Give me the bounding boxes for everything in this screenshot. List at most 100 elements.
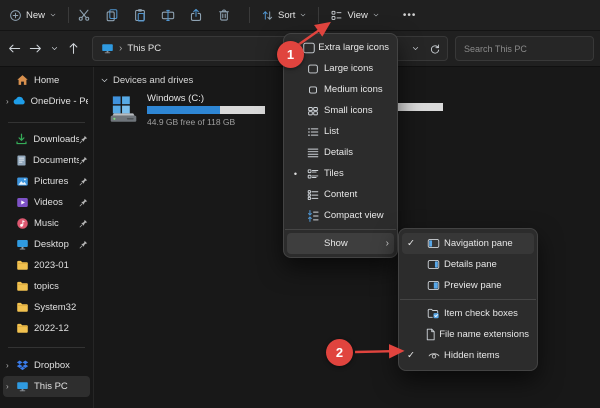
paste-button[interactable] bbox=[131, 4, 149, 26]
pin-icon bbox=[79, 135, 88, 144]
details-icon bbox=[302, 146, 324, 160]
view-button-label: View bbox=[347, 10, 367, 21]
submenu-item-navigation-pane[interactable]: ✓ Navigation pane bbox=[402, 233, 534, 254]
section-title: Devices and drives bbox=[113, 75, 193, 86]
sidebar-item-home[interactable]: Home bbox=[3, 70, 90, 91]
toolbar-separator bbox=[68, 7, 69, 23]
menu-separator bbox=[400, 299, 536, 300]
menu-item-compact-view[interactable]: Compact view bbox=[287, 205, 394, 226]
hidden-items-eye-icon bbox=[423, 349, 444, 362]
list-icon bbox=[302, 125, 324, 139]
sidebar-divider bbox=[8, 347, 85, 348]
sidebar-item-documents[interactable]: Documents bbox=[3, 150, 90, 171]
medium-icons-icon bbox=[302, 83, 324, 97]
pin-icon bbox=[79, 219, 88, 228]
sidebar-item-folder-system32[interactable]: System32 bbox=[3, 297, 90, 318]
checkmark-icon: ✓ bbox=[404, 350, 423, 361]
sidebar-item-music[interactable]: Music bbox=[3, 213, 90, 234]
expand-chevron-icon[interactable]: › bbox=[5, 382, 15, 391]
search-box[interactable] bbox=[455, 36, 594, 61]
sidebar-item-dropbox[interactable]: › Dropbox bbox=[3, 355, 90, 376]
submenu-item-details-pane[interactable]: Details pane bbox=[402, 254, 534, 275]
view-button[interactable]: View bbox=[325, 5, 384, 26]
menu-item-tiles[interactable]: • Tiles bbox=[287, 163, 394, 184]
up-button[interactable] bbox=[65, 39, 81, 59]
sidebar-item-desktop[interactable]: Desktop bbox=[3, 234, 90, 255]
music-icon bbox=[15, 217, 29, 230]
breadcrumb-separator: › bbox=[119, 43, 122, 54]
menu-item-list[interactable]: List bbox=[287, 121, 394, 142]
show-submenu: ✓ Navigation pane Details pane Preview p… bbox=[398, 228, 538, 371]
delete-button[interactable] bbox=[215, 4, 233, 26]
sidebar-divider bbox=[8, 122, 85, 123]
folder-icon bbox=[15, 259, 29, 272]
search-input[interactable] bbox=[464, 44, 585, 54]
sidebar-item-folder-topics[interactable]: topics bbox=[3, 276, 90, 297]
refresh-icon[interactable] bbox=[429, 43, 441, 55]
menu-item-medium-icons[interactable]: Medium icons bbox=[287, 79, 394, 100]
chevron-down-icon bbox=[372, 11, 380, 19]
navigation-pane-icon bbox=[423, 237, 444, 250]
sidebar-item-this-pc[interactable]: › This PC bbox=[3, 376, 90, 397]
forward-button[interactable] bbox=[27, 39, 43, 59]
submenu-item-file-name-extensions[interactable]: File name extensions bbox=[402, 324, 534, 345]
pin-icon bbox=[79, 198, 88, 207]
command-bar: New Sort View ••• bbox=[0, 0, 600, 31]
folder-icon bbox=[15, 301, 29, 314]
sort-button[interactable]: Sort bbox=[256, 5, 312, 26]
sidebar-item-folder-2023-01[interactable]: 2023-01 bbox=[3, 255, 90, 276]
new-button[interactable]: New bbox=[4, 5, 62, 26]
copy-button[interactable] bbox=[103, 4, 121, 26]
menu-item-show[interactable]: Show › bbox=[287, 233, 394, 254]
sidebar: Home › OneDrive - Pers… Downloads Docume… bbox=[0, 67, 94, 408]
this-pc-icon bbox=[101, 42, 114, 55]
folder-icon bbox=[15, 280, 29, 293]
share-button[interactable] bbox=[187, 4, 205, 26]
chevron-down-icon bbox=[49, 11, 57, 19]
devices-and-drives-header[interactable]: Devices and drives bbox=[100, 75, 193, 86]
menu-item-large-icons[interactable]: Large icons bbox=[287, 58, 394, 79]
details-pane-icon bbox=[423, 258, 444, 271]
view-layout-icon bbox=[330, 9, 343, 22]
rename-button[interactable] bbox=[159, 4, 177, 26]
menu-item-details[interactable]: Details bbox=[287, 142, 394, 163]
expand-chevron-icon[interactable]: › bbox=[5, 361, 15, 370]
submenu-item-item-check-boxes[interactable]: Item check boxes bbox=[402, 303, 534, 324]
sidebar-item-videos[interactable]: Videos bbox=[3, 192, 90, 213]
recent-locations-chevron[interactable] bbox=[48, 39, 60, 59]
drive-usage-fill bbox=[147, 106, 220, 114]
downloads-icon bbox=[15, 133, 29, 146]
sidebar-item-pictures[interactable]: Pictures bbox=[3, 171, 90, 192]
breadcrumb-this-pc[interactable]: This PC bbox=[127, 43, 161, 54]
submenu-item-preview-pane[interactable]: Preview pane bbox=[402, 275, 534, 296]
sidebar-item-folder-2022-12[interactable]: 2022-12 bbox=[3, 318, 90, 339]
cut-button[interactable] bbox=[75, 4, 93, 26]
compact-view-icon bbox=[302, 209, 324, 223]
this-pc-icon bbox=[15, 380, 29, 393]
plus-circle-icon bbox=[9, 9, 22, 22]
address-dropdown-chevron[interactable] bbox=[411, 44, 420, 53]
submenu-item-hidden-items[interactable]: ✓ Hidden items bbox=[402, 345, 534, 366]
sort-arrows-icon bbox=[261, 9, 274, 22]
sort-button-label: Sort bbox=[278, 10, 295, 21]
small-icons-icon bbox=[302, 104, 324, 118]
menu-item-small-icons[interactable]: Small icons bbox=[287, 100, 394, 121]
desktop-icon bbox=[15, 238, 29, 251]
content-icon bbox=[302, 188, 324, 202]
back-button[interactable] bbox=[6, 39, 22, 59]
tiles-icon bbox=[302, 167, 324, 181]
item-check-boxes-icon bbox=[423, 307, 444, 320]
sidebar-item-onedrive[interactable]: › OneDrive - Pers… bbox=[3, 91, 90, 112]
expand-chevron-icon[interactable]: › bbox=[5, 97, 13, 106]
documents-icon bbox=[15, 154, 28, 167]
section-collapse-chevron-icon bbox=[100, 76, 109, 85]
file-explorer-window: New Sort View ••• › bbox=[0, 0, 600, 408]
menu-item-content[interactable]: Content bbox=[287, 184, 394, 205]
sidebar-item-downloads[interactable]: Downloads bbox=[3, 129, 90, 150]
checkmark-icon: ✓ bbox=[404, 238, 423, 249]
windows-c-drive-tile[interactable]: Windows (C:) 44.9 GB free of 118 GB bbox=[108, 93, 265, 127]
breadcrumb[interactable]: › This PC bbox=[101, 42, 161, 55]
more-options-button[interactable]: ••• bbox=[397, 6, 423, 25]
folder-icon bbox=[15, 322, 29, 335]
onedrive-cloud-icon bbox=[13, 95, 26, 108]
